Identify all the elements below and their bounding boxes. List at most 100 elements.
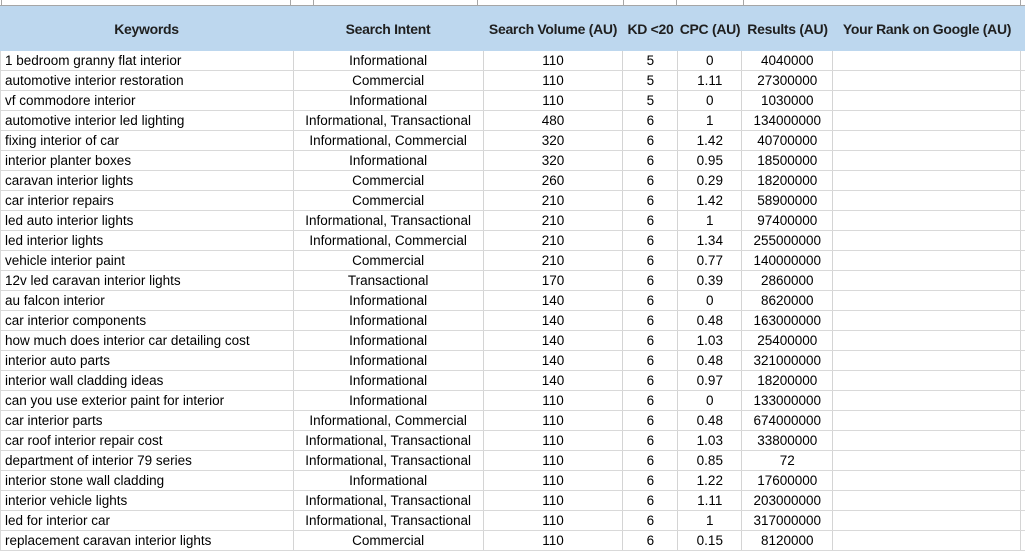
keyword-cell[interactable]: automotive interior restoration [1,71,294,90]
cell[interactable]: 6 [623,271,679,290]
cell[interactable] [833,211,1021,230]
keyword-cell[interactable]: interior wall cladding ideas [1,371,294,390]
keyword-cell[interactable]: interior stone wall cladding [1,471,294,490]
cell[interactable]: 6 [623,291,679,310]
cell[interactable]: 1.34 [678,231,743,250]
keyword-cell[interactable]: led for interior car [1,511,294,530]
cell[interactable]: 210 [484,251,624,270]
cell[interactable] [833,331,1021,350]
cell[interactable]: 40700000 [742,131,834,150]
cell[interactable]: 140 [484,331,624,350]
keyword-cell[interactable]: replacement caravan interior lights [1,531,294,550]
cell[interactable]: 0 [678,91,743,110]
cell[interactable]: Commercial [294,531,484,550]
cell[interactable] [833,131,1021,150]
cell[interactable]: Informational [294,311,484,330]
cell[interactable]: 140 [484,311,624,330]
cell[interactable] [833,231,1021,250]
cell[interactable] [833,171,1021,190]
cell[interactable]: Commercial [294,251,484,270]
cell[interactable]: 8620000 [742,291,834,310]
keyword-cell[interactable]: car interior repairs [1,191,294,210]
cell[interactable]: 203000000 [742,491,834,510]
cell[interactable]: 0 [678,291,743,310]
cell[interactable]: 17600000 [742,471,834,490]
keyword-cell[interactable]: led interior lights [1,231,294,250]
cell[interactable]: 674000000 [742,411,834,430]
cell[interactable]: Informational, Transactional [294,111,484,130]
cell[interactable]: 110 [484,491,624,510]
cell[interactable]: 255000000 [742,231,834,250]
cell[interactable]: 5 [623,91,679,110]
cell[interactable]: Informational, Commercial [294,231,484,250]
cell[interactable]: 0.48 [678,411,743,430]
cell[interactable]: 97400000 [742,211,834,230]
keyword-cell[interactable]: vehicle interior paint [1,251,294,270]
keyword-cell[interactable]: au falcon interior [1,291,294,310]
cell[interactable]: Informational, Transactional [294,431,484,450]
cell[interactable]: Informational [294,471,484,490]
cell[interactable]: 4040000 [742,51,834,70]
cell[interactable]: 163000000 [742,311,834,330]
cell[interactable] [833,491,1021,510]
cell[interactable]: 6 [623,511,679,530]
cell[interactable]: 110 [484,431,624,450]
cell[interactable]: Informational, Transactional [294,451,484,470]
cell[interactable]: Transactional [294,271,484,290]
keyword-cell[interactable]: interior planter boxes [1,151,294,170]
cell[interactable]: Commercial [294,171,484,190]
cell[interactable]: 140 [484,371,624,390]
cell[interactable]: 6 [623,151,679,170]
cell[interactable]: 8120000 [742,531,834,550]
cell[interactable] [833,351,1021,370]
cell[interactable]: 260 [484,171,624,190]
cell[interactable]: 110 [484,531,624,550]
cell[interactable]: 5 [623,51,679,70]
cell[interactable]: 1030000 [742,91,834,110]
cell[interactable]: Informational [294,331,484,350]
keyword-cell[interactable]: how much does interior car detailing cos… [1,331,294,350]
cell[interactable]: 1.03 [678,331,743,350]
cell[interactable]: Informational [294,391,484,410]
cell[interactable]: Informational [294,151,484,170]
cell[interactable] [833,371,1021,390]
cell[interactable]: 72 [742,451,834,470]
keyword-cell[interactable]: can you use exterior paint for interior [1,391,294,410]
keyword-cell[interactable]: caravan interior lights [1,171,294,190]
cell[interactable] [833,51,1021,70]
cell[interactable]: 58900000 [742,191,834,210]
cell[interactable]: 6 [623,251,679,270]
cell[interactable]: 1.42 [678,191,743,210]
header-cell-results-au[interactable]: Results (AU) [742,6,833,51]
cell[interactable]: Informational, Commercial [294,411,484,430]
cell[interactable]: 6 [623,371,679,390]
cell[interactable]: 140000000 [742,251,834,270]
cell[interactable] [833,251,1021,270]
keyword-cell[interactable]: automotive interior led lighting [1,111,294,130]
cell[interactable]: 134000000 [742,111,834,130]
cell[interactable]: Informational [294,91,484,110]
cell[interactable]: 0.77 [678,251,743,270]
cell[interactable]: 110 [484,71,624,90]
cell[interactable]: 110 [484,391,624,410]
cell[interactable]: Informational [294,51,484,70]
cell[interactable]: 170 [484,271,624,290]
cell[interactable]: 0.15 [678,531,743,550]
keyword-cell[interactable]: led auto interior lights [1,211,294,230]
cell[interactable]: Informational, Transactional [294,511,484,530]
cell[interactable]: 1.11 [678,491,743,510]
keyword-cell[interactable]: 12v led caravan interior lights [1,271,294,290]
cell[interactable]: 0.39 [678,271,743,290]
cell[interactable]: 0.97 [678,371,743,390]
cell[interactable]: 27300000 [742,71,834,90]
cell[interactable]: 110 [484,51,624,70]
cell[interactable] [833,511,1021,530]
cell[interactable]: 6 [623,111,679,130]
keyword-cell[interactable]: car interior parts [1,411,294,430]
cell[interactable] [833,71,1021,90]
cell[interactable]: 1 [678,211,743,230]
cell[interactable]: 6 [623,331,679,350]
cell[interactable]: 0 [678,51,743,70]
cell[interactable]: 6 [623,311,679,330]
cell[interactable]: 110 [484,91,624,110]
